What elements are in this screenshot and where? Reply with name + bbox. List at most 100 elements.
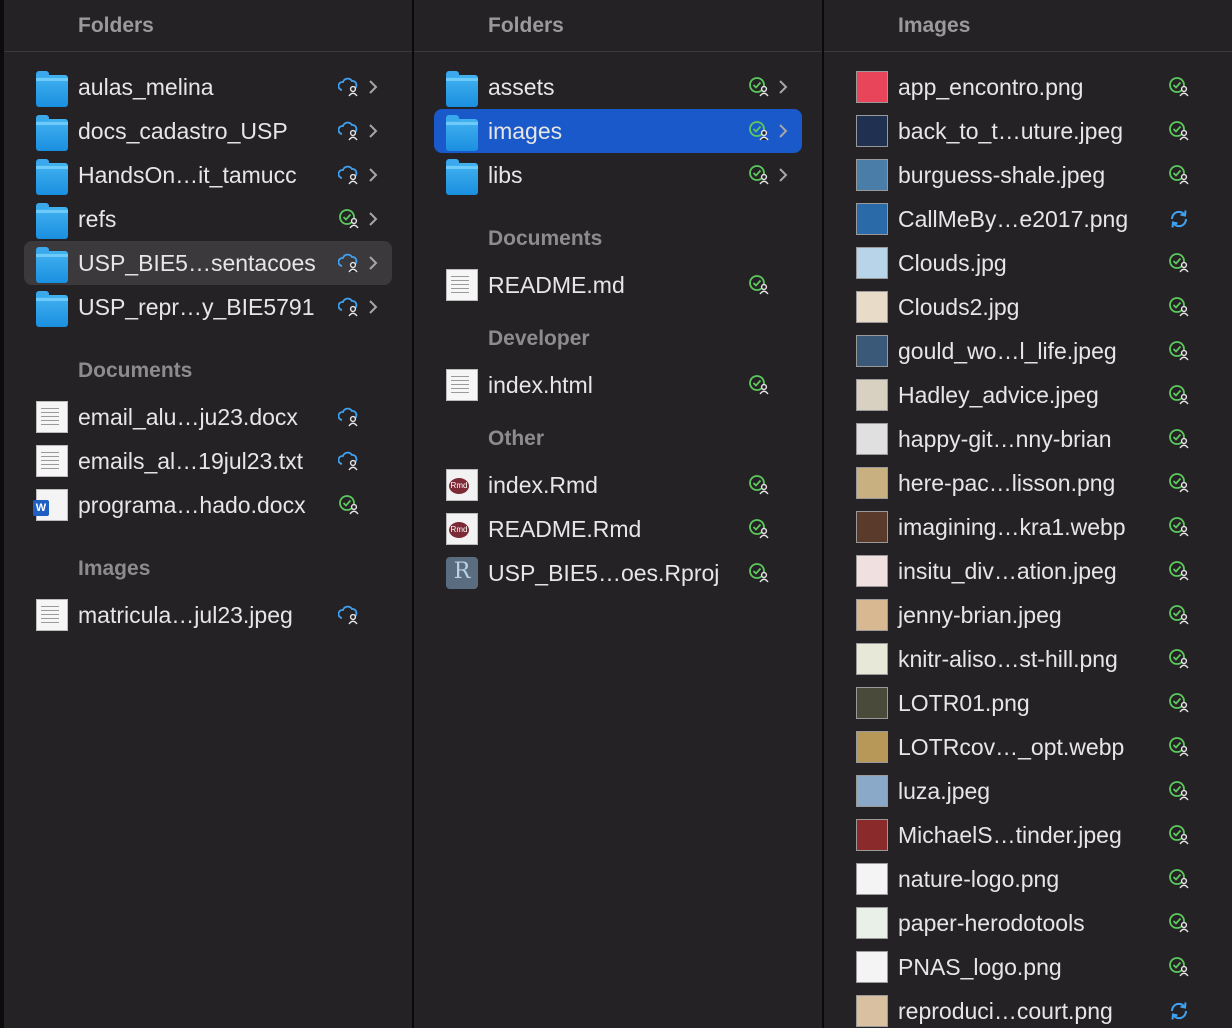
folder-item[interactable]: HandsOn…it_tamucc [24,153,392,197]
chevron-right-icon[interactable] [366,121,380,141]
folder-item-label: aulas_melina [78,73,214,100]
document-item[interactable]: README.md [434,263,802,307]
image-thumbnail-icon [856,951,888,983]
folder-item[interactable]: USP_repr…y_BIE5791 [24,285,392,329]
folder-icon [36,115,68,151]
chevron-right-icon[interactable] [366,77,380,97]
folder-item[interactable]: refs [24,197,392,241]
word-document-icon: W [33,489,68,521]
folder-item-images[interactable]: images [434,109,802,153]
image-item-label: happy-git…nny-brian [898,425,1112,452]
chevron-right-icon[interactable] [366,209,380,229]
image-item-label: matricula…jul23.jpeg [78,601,293,628]
folder-item-label: docs_cadastro_USP [78,117,288,144]
chevron-right-icon[interactable] [366,297,380,317]
other-item[interactable]: Rmd index.Rmd [434,463,802,507]
image-item-label: jenny-brian.jpeg [898,601,1062,628]
image-item[interactable]: reproduci…court.png [844,989,1224,1028]
section-header-documents: Documents [488,227,603,250]
image-item-label: reproduci…court.png [898,997,1113,1024]
image-item[interactable]: gould_wo…l_life.jpeg [844,329,1224,373]
image-thumbnail-icon [856,203,888,235]
document-icon [36,445,68,477]
syncing-icon [1168,1000,1190,1022]
image-item[interactable]: jenny-brian.jpeg [844,593,1224,637]
folder-item[interactable]: aulas_melina [24,65,392,109]
image-item[interactable]: PNAS_logo.png [844,945,1224,989]
document-item-label: programa…hado.docx [78,491,306,518]
document-item[interactable]: Wprograma…hado.docx [24,483,392,527]
folder-icon [446,115,478,151]
other-item[interactable]: Rmd README.Rmd [434,507,802,551]
shared-cloud-icon [337,252,360,274]
image-item[interactable]: luza.jpeg [844,769,1224,813]
shared-cloud-icon [337,296,360,318]
folder-item-libs[interactable]: libs [434,153,802,197]
image-item[interactable]: back_to_t…uture.jpeg [844,109,1224,153]
syncing-icon [1168,208,1190,230]
shared-synced-icon [1168,296,1190,318]
shared-synced-icon [1168,516,1190,538]
chevron-right-icon[interactable] [366,253,380,273]
document-item[interactable]: email_alu…ju23.docx [24,395,392,439]
document-item-label: email_alu…ju23.docx [78,403,298,430]
image-item[interactable]: Clouds2.jpg [844,285,1224,329]
image-item[interactable]: insitu_div…ation.jpeg [844,549,1224,593]
shared-synced-icon [1168,384,1190,406]
image-item[interactable]: matricula…jul23.jpeg [24,593,392,637]
image-item[interactable]: knitr-aliso…st-hill.png [844,637,1224,681]
shared-synced-icon [1168,252,1190,274]
shared-synced-icon [748,164,770,186]
document-item[interactable]: emails_al…19jul23.txt [24,439,392,483]
image-item[interactable]: MichaelS…tinder.jpeg [844,813,1224,857]
shared-synced-icon [748,120,770,142]
rmarkdown-icon: Rmd [446,513,478,545]
shared-cloud-icon [337,604,360,626]
image-item[interactable]: happy-git…nny-brian [844,417,1224,461]
image-thumbnail-icon [856,247,888,279]
folder-item[interactable]: USP_BIE5…sentacoes [24,241,392,285]
image-item-label: paper-herodotools [898,909,1085,936]
image-thumbnail-icon [856,115,888,147]
image-item[interactable]: imagining…kra1.webp [844,505,1224,549]
other-item[interactable]: R USP_BIE5…oes.Rproj [434,551,802,595]
shared-cloud-icon [337,406,360,428]
image-item-label: nature-logo.png [898,865,1060,892]
rmarkdown-icon: Rmd [446,469,478,501]
shared-cloud-icon [337,120,360,142]
image-thumbnail-icon [856,687,888,719]
folder-item-libs-label: libs [488,161,523,188]
shared-cloud-icon [337,76,360,98]
image-item-label: imagining…kra1.webp [898,513,1126,540]
image-item[interactable]: app_encontro.png [844,65,1224,109]
image-item[interactable]: LOTRcov…_opt.webp [844,725,1224,769]
shared-synced-icon [1168,604,1190,626]
image-item[interactable]: CallMeBy…e2017.png [844,197,1224,241]
image-item[interactable]: paper-herodotools [844,901,1224,945]
shared-synced-icon [1168,428,1190,450]
image-thumbnail-icon [856,643,888,675]
image-item[interactable]: here-pac…lisson.png [844,461,1224,505]
chevron-right-icon[interactable] [776,165,790,185]
image-item-label: PNAS_logo.png [898,953,1062,980]
folder-item-assets[interactable]: assets [434,65,802,109]
developer-item[interactable]: index.html [434,363,802,407]
image-item-label: LOTR01.png [898,689,1030,716]
developer-item-label: index.html [488,371,593,398]
chevron-right-icon[interactable] [776,121,790,141]
image-item[interactable]: Clouds.jpg [844,241,1224,285]
shared-synced-icon [1168,164,1190,186]
folder-item-assets-label: assets [488,73,555,100]
shared-synced-icon [1168,692,1190,714]
image-item[interactable]: burguess-shale.jpeg [844,153,1224,197]
image-thumbnail-icon [856,467,888,499]
image-item[interactable]: LOTR01.png [844,681,1224,725]
image-item[interactable]: nature-logo.png [844,857,1224,901]
image-item[interactable]: Hadley_advice.jpeg [844,373,1224,417]
image-item-label: MichaelS…tinder.jpeg [898,821,1122,848]
folder-item-images-label: images [488,117,563,144]
folder-item[interactable]: docs_cadastro_USP [24,109,392,153]
chevron-right-icon[interactable] [776,77,790,97]
chevron-right-icon[interactable] [366,165,380,185]
image-thumbnail-icon [856,335,888,367]
